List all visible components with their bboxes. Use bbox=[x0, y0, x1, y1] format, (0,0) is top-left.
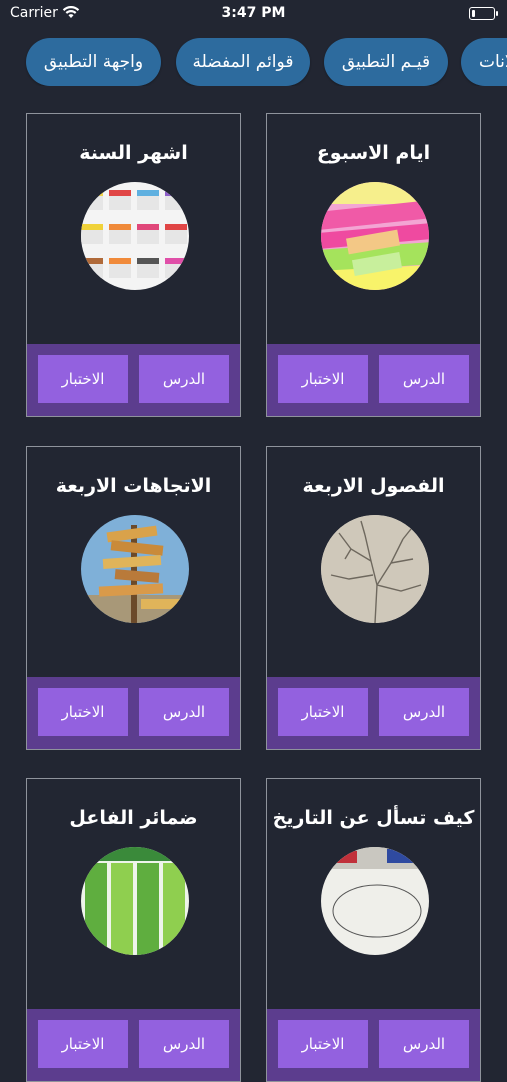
directions-image bbox=[81, 515, 189, 623]
tab-app-values[interactable]: قيـم التطبيق bbox=[324, 38, 448, 86]
weekdays-image bbox=[321, 182, 429, 290]
card-footer: الاختبار الدرس bbox=[27, 677, 240, 749]
lesson-button[interactable]: الدرس bbox=[379, 1020, 469, 1068]
card-footer: الاختبار الدرس bbox=[267, 677, 480, 749]
clock: 3:47 PM bbox=[221, 5, 286, 21]
test-button[interactable]: الاختبار bbox=[38, 688, 128, 736]
seasons-image bbox=[321, 515, 429, 623]
tab-favorites[interactable]: قوائم المفضلة bbox=[176, 38, 310, 86]
category-tabs: واجهة التطبيق قوائم المفضلة قيـم التطبيق… bbox=[0, 38, 507, 86]
dates-image bbox=[321, 847, 429, 955]
lesson-button[interactable]: الدرس bbox=[139, 688, 229, 736]
lesson-card-directions: الاتجاهات الاربعة الاختبار الدرس bbox=[26, 446, 241, 750]
tab-partial[interactable]: لانات bbox=[461, 38, 507, 86]
card-footer: الاختبار الدرس bbox=[267, 1009, 480, 1081]
test-button[interactable]: الاختبار bbox=[278, 355, 368, 403]
card-title: اشهر السنة bbox=[79, 142, 188, 164]
pronouns-image bbox=[81, 847, 189, 955]
lesson-button[interactable]: الدرس bbox=[139, 355, 229, 403]
tab-app-interface[interactable]: واجهة التطبيق bbox=[26, 38, 161, 86]
lesson-card-pronouns: ضمائر الفاعل الاختبار الدرس bbox=[26, 778, 241, 1082]
card-footer: الاختبار الدرس bbox=[267, 344, 480, 416]
card-title: ايام الاسبوع bbox=[316, 142, 431, 164]
test-button[interactable]: الاختبار bbox=[38, 355, 128, 403]
card-title: ضمائر الفاعل bbox=[69, 807, 198, 829]
battery-icon bbox=[469, 7, 498, 20]
card-title: الفصول الاربعة bbox=[302, 475, 445, 497]
lesson-card-months: اشهر السنة الاختبار الدرس bbox=[26, 113, 241, 417]
test-button[interactable]: الاختبار bbox=[38, 1020, 128, 1068]
test-button[interactable]: الاختبار bbox=[278, 1020, 368, 1068]
lesson-card-seasons: الفصول الاربعة الاختبار الدرس bbox=[266, 446, 481, 750]
months-image bbox=[81, 182, 189, 290]
status-bar: Carrier 3:47 PM bbox=[0, 0, 507, 28]
lesson-card-dates: كيف تسأل عن التاريخ الاختبار الدرس bbox=[266, 778, 481, 1082]
card-footer: الاختبار الدرس bbox=[27, 1009, 240, 1081]
lesson-button[interactable]: الدرس bbox=[139, 1020, 229, 1068]
card-title: كيف تسأل عن التاريخ bbox=[272, 807, 475, 829]
card-title: الاتجاهات الاربعة bbox=[55, 475, 212, 497]
test-button[interactable]: الاختبار bbox=[278, 688, 368, 736]
card-footer: الاختبار الدرس bbox=[27, 344, 240, 416]
lesson-card-weekdays: ايام الاسبوع الاختبار الدرس bbox=[266, 113, 481, 417]
lesson-button[interactable]: الدرس bbox=[379, 355, 469, 403]
lesson-button[interactable]: الدرس bbox=[379, 688, 469, 736]
